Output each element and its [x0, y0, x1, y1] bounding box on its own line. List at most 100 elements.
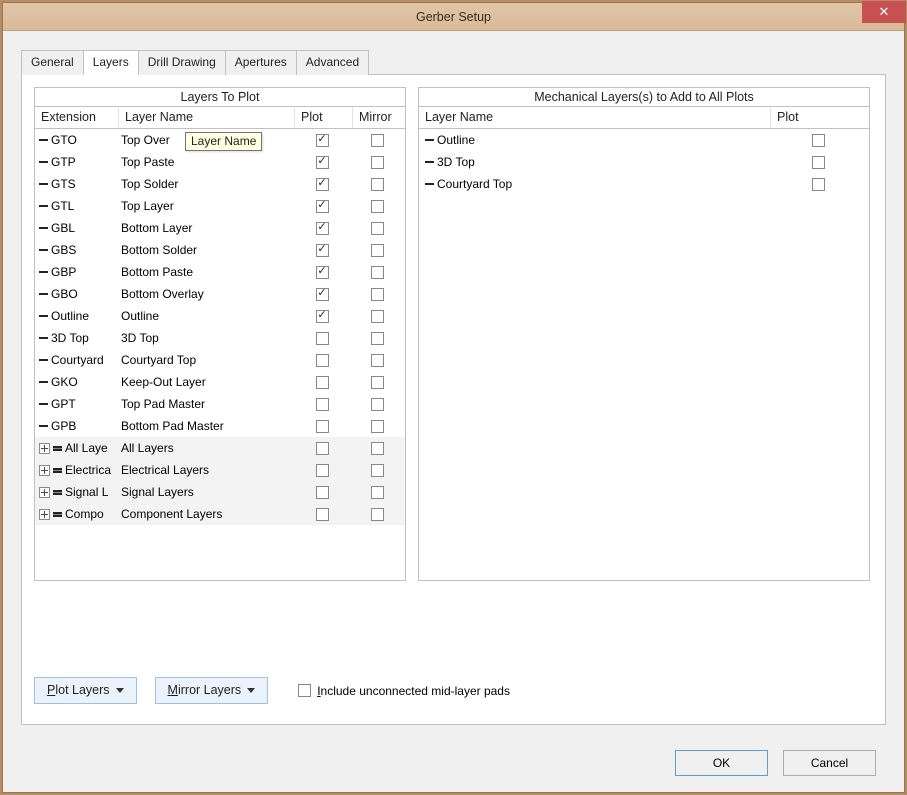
extension-text: GBO [51, 287, 78, 301]
tab-panel: Layers To Plot Extension Layer Name Plot… [21, 75, 886, 725]
layer-group-row[interactable]: Signal LSignal Layers [35, 481, 405, 503]
plot-checkbox[interactable] [316, 310, 329, 323]
tab-layers[interactable]: Layers [83, 50, 139, 75]
layer-bar-icon [39, 381, 48, 384]
mech-layer-row[interactable]: Courtyard Top [419, 173, 869, 195]
plot-checkbox[interactable] [812, 134, 825, 147]
mirror-checkbox[interactable] [371, 332, 384, 345]
mirror-checkbox[interactable] [371, 486, 384, 499]
layer-row[interactable]: GTLTop Layer [35, 195, 405, 217]
mech-layer-row[interactable]: Outline [419, 129, 869, 151]
plot-checkbox[interactable] [316, 222, 329, 235]
layer-row[interactable]: GBOBottom Overlay [35, 283, 405, 305]
cancel-button[interactable]: Cancel [783, 750, 876, 776]
mirror-checkbox[interactable] [371, 376, 384, 389]
mirror-checkbox[interactable] [371, 134, 384, 147]
right-headers: Layer Name Plot [419, 107, 869, 129]
mirror-checkbox[interactable] [371, 420, 384, 433]
close-button[interactable]: ✕ [862, 1, 906, 23]
layer-row[interactable]: 3D Top3D Top [35, 327, 405, 349]
layer-row[interactable]: GBLBottom Layer [35, 217, 405, 239]
extension-text: GTP [51, 155, 76, 169]
plot-checkbox[interactable] [316, 200, 329, 213]
layer-bar-icon [39, 271, 48, 274]
plot-checkbox[interactable] [316, 178, 329, 191]
plot-checkbox[interactable] [812, 156, 825, 169]
layer-group-icon [53, 490, 62, 495]
plot-checkbox[interactable] [316, 376, 329, 389]
plot-checkbox[interactable] [316, 288, 329, 301]
tab-advanced[interactable]: Advanced [296, 50, 369, 75]
layer-row[interactable]: CourtyardCourtyard Top [35, 349, 405, 371]
mirror-checkbox[interactable] [371, 266, 384, 279]
expand-icon[interactable] [39, 509, 50, 520]
tooltip-layer-name: Layer Name [185, 132, 262, 151]
plot-checkbox[interactable] [316, 486, 329, 499]
mirror-checkbox[interactable] [371, 310, 384, 323]
mirror-checkbox[interactable] [371, 156, 384, 169]
layer-row[interactable]: GBPBottom Paste [35, 261, 405, 283]
layer-name-text: Top Solder [121, 177, 293, 191]
group-ext-text: Compo [65, 507, 104, 521]
mirror-checkbox[interactable] [371, 464, 384, 477]
close-icon: ✕ [879, 4, 890, 20]
tab-apertures[interactable]: Apertures [225, 50, 297, 75]
mirror-checkbox[interactable] [371, 222, 384, 235]
plot-checkbox[interactable] [316, 156, 329, 169]
mirror-checkbox[interactable] [371, 178, 384, 191]
expand-icon[interactable] [39, 487, 50, 498]
plot-checkbox[interactable] [316, 398, 329, 411]
layer-row[interactable]: GPB Bottom Pad Master [35, 415, 405, 437]
expand-icon[interactable] [39, 465, 50, 476]
layer-bar-icon [39, 227, 48, 230]
header-extension[interactable]: Extension [35, 107, 119, 128]
mech-layer-row[interactable]: 3D Top [419, 151, 869, 173]
extension-text: GPB [51, 419, 76, 433]
layer-row[interactable]: GTPTop Paste [35, 151, 405, 173]
mirror-checkbox[interactable] [371, 354, 384, 367]
plot-checkbox[interactable] [316, 354, 329, 367]
header-layer-name[interactable]: Layer Name [119, 107, 295, 128]
extension-text: GTO [51, 133, 77, 147]
mirror-checkbox[interactable] [371, 508, 384, 521]
mirror-checkbox[interactable] [371, 200, 384, 213]
plot-checkbox[interactable] [316, 134, 329, 147]
plot-checkbox[interactable] [316, 332, 329, 345]
mirror-checkbox[interactable] [371, 442, 384, 455]
extension-text: GBP [51, 265, 76, 279]
mirror-checkbox[interactable] [371, 398, 384, 411]
ok-button[interactable]: OK [675, 750, 768, 776]
mech-layer-name: Outline [437, 133, 475, 147]
plot-checkbox[interactable] [316, 508, 329, 521]
header-plot[interactable]: Plot [295, 107, 353, 128]
layer-bar-icon [39, 293, 48, 296]
header-mirror[interactable]: Mirror [353, 107, 405, 128]
expand-icon[interactable] [39, 443, 50, 454]
layer-group-row[interactable]: All LayeAll Layers [35, 437, 405, 459]
extension-text: GBL [51, 221, 75, 235]
tab-drill-drawing[interactable]: Drill Drawing [138, 50, 226, 75]
layer-name-text: Bottom Pad Master [121, 419, 293, 433]
layer-row[interactable]: OutlineOutline [35, 305, 405, 327]
layer-group-row[interactable]: ElectricaElectrical Layers [35, 459, 405, 481]
layer-group-row[interactable]: CompoComponent Layers [35, 503, 405, 525]
plot-checkbox[interactable] [316, 244, 329, 257]
layer-bar-icon [425, 183, 434, 186]
plot-checkbox[interactable] [316, 420, 329, 433]
layer-row[interactable]: GPTTop Pad Master [35, 393, 405, 415]
plot-checkbox[interactable] [812, 178, 825, 191]
mirror-checkbox[interactable] [371, 244, 384, 257]
header-right-layer-name[interactable]: Layer Name [419, 107, 771, 128]
titlebar[interactable]: Gerber Setup ✕ [3, 3, 904, 31]
plot-checkbox[interactable] [316, 464, 329, 477]
layer-row[interactable]: GKOKeep-Out Layer [35, 371, 405, 393]
plot-checkbox[interactable] [316, 266, 329, 279]
mirror-checkbox[interactable] [371, 288, 384, 301]
plot-checkbox[interactable] [316, 442, 329, 455]
header-right-plot[interactable]: Plot [771, 107, 869, 128]
group-name-text: Signal Layers [121, 485, 293, 499]
layer-row[interactable]: GBSBottom Solder [35, 239, 405, 261]
layer-row[interactable]: GTSTop Solder [35, 173, 405, 195]
tab-general[interactable]: General [21, 50, 84, 75]
layer-group-icon [53, 468, 62, 473]
